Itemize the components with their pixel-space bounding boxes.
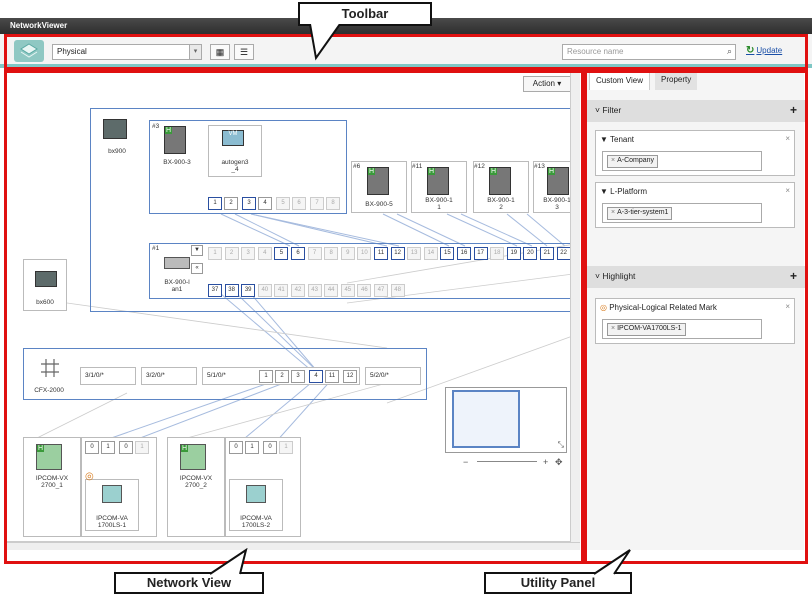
network-view-highlight bbox=[4, 70, 584, 564]
network-view-callout-pointer bbox=[209, 548, 248, 575]
toolbar-callout-pointer bbox=[309, 24, 341, 61]
toolbar-highlight bbox=[4, 34, 808, 70]
utility-panel-callout-pointer bbox=[593, 549, 631, 575]
toolbar-callout: Toolbar bbox=[298, 2, 432, 26]
utility-panel-highlight bbox=[584, 70, 808, 564]
